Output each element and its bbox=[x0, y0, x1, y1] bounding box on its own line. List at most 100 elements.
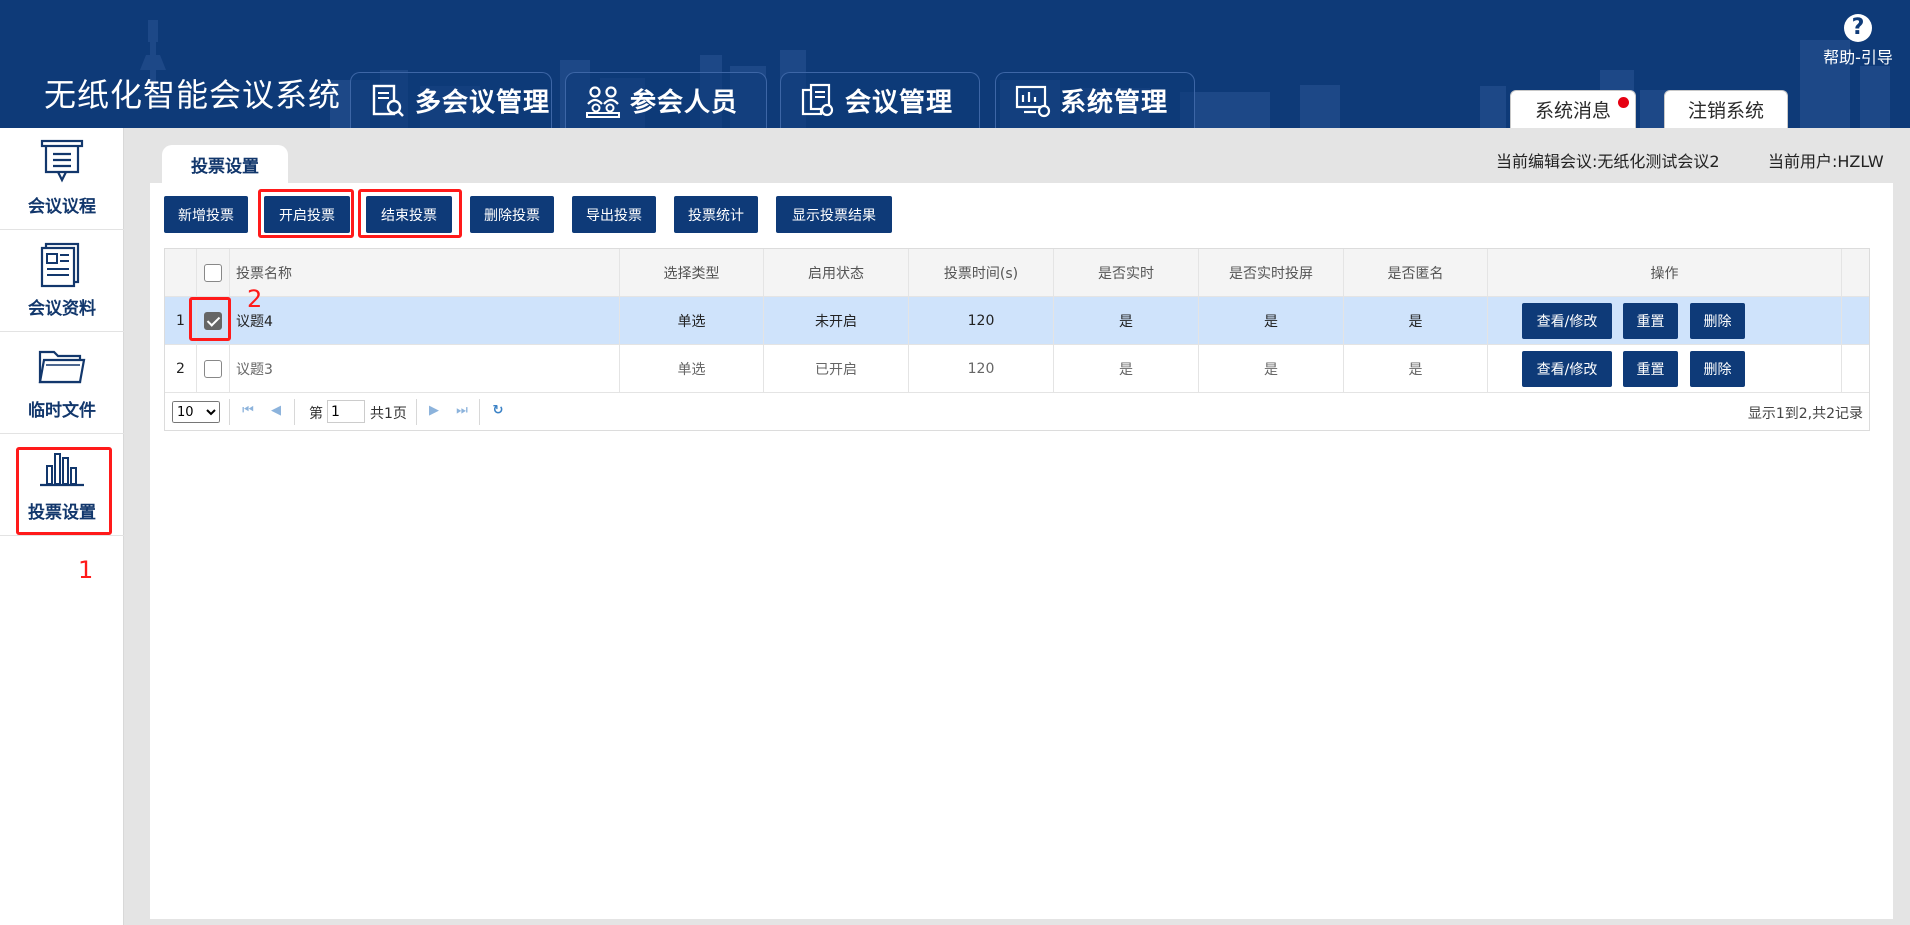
app-title: 无纸化智能会议系统 bbox=[44, 76, 342, 114]
column-header-realtime-screen[interactable]: 是否实时投屏 bbox=[1199, 249, 1344, 296]
record-count-text: 显示1到2,共2记录 bbox=[1747, 406, 1863, 422]
start-vote-button[interactable]: 开启投票 bbox=[264, 196, 350, 233]
row-select-cell bbox=[197, 345, 230, 392]
sidebar-item-temp-files[interactable]: 临时文件 bbox=[0, 332, 124, 434]
sidebar-item-documents-label: 会议资料 bbox=[28, 299, 96, 319]
add-vote-button[interactable]: 新增投票 bbox=[164, 196, 248, 233]
column-header-time[interactable]: 投票时间(s) bbox=[909, 249, 1054, 296]
attendees-icon bbox=[586, 85, 620, 118]
tab-attendees[interactable]: 参会人员 bbox=[565, 72, 767, 128]
cell-type: 单选 bbox=[620, 297, 764, 344]
view-edit-button[interactable]: 查看/修改 bbox=[1522, 303, 1612, 339]
cell-time-text: 120 bbox=[967, 360, 995, 377]
first-page-icon[interactable]: ⏮ bbox=[241, 403, 255, 419]
cell-realtime-screen: 是 bbox=[1199, 297, 1344, 344]
top-header: 无纸化智能会议系统 多会议管理 参会人员 会议管理 系统管理 系统消息 注销系统… bbox=[0, 0, 1910, 128]
reset-button[interactable]: 重置 bbox=[1623, 303, 1678, 339]
cell-realtime: 是 bbox=[1054, 297, 1199, 344]
row-index: 2 bbox=[165, 345, 197, 392]
cell-type-text: 单选 bbox=[677, 361, 706, 378]
reset-button[interactable]: 重置 bbox=[1623, 351, 1678, 387]
meeting-manage-icon bbox=[801, 83, 834, 116]
tab-multi-meeting[interactable]: 多会议管理 bbox=[350, 72, 552, 128]
column-header-type-label: 选择类型 bbox=[663, 265, 720, 282]
tab-meeting-manage[interactable]: 会议管理 bbox=[780, 72, 980, 128]
cell-status: 已开启 bbox=[764, 345, 909, 392]
cell-name: 议题4 bbox=[230, 297, 620, 344]
pager-divider bbox=[294, 399, 295, 425]
refresh-icon[interactable]: ↻ bbox=[491, 403, 505, 419]
logout-button[interactable]: 注销系统 bbox=[1664, 90, 1788, 128]
row-index-text: 1 bbox=[176, 312, 185, 329]
tab-multi-meeting-label: 多会议管理 bbox=[415, 88, 551, 118]
column-header-status[interactable]: 启用状态 bbox=[764, 249, 909, 296]
tab-attendees-label: 参会人员 bbox=[630, 88, 739, 118]
delete-row-button[interactable]: 删除 bbox=[1690, 351, 1745, 387]
cell-name-text: 议题4 bbox=[236, 313, 273, 330]
tab-system-manage[interactable]: 系统管理 bbox=[995, 72, 1195, 128]
meeting-search-icon bbox=[372, 84, 404, 117]
sidebar-item-agenda[interactable]: 会议议程 bbox=[0, 128, 124, 230]
table-row[interactable]: 2 议题3 单选 已开启 120 是 是 是 查看/修改 重置 删除 bbox=[165, 345, 1869, 393]
vote-statistics-button[interactable]: 投票统计 bbox=[674, 196, 758, 233]
cell-time: 120 bbox=[909, 297, 1054, 344]
page-prefix-text: 第 bbox=[309, 406, 323, 422]
cell-realtime: 是 bbox=[1054, 345, 1199, 392]
row-index-text: 2 bbox=[176, 360, 185, 377]
cell-status-text: 已开启 bbox=[815, 361, 857, 378]
column-header-status-label: 启用状态 bbox=[808, 265, 864, 282]
show-vote-result-button[interactable]: 显示投票结果 bbox=[776, 196, 892, 233]
cell-type-text: 单选 bbox=[677, 313, 706, 330]
cell-anonymous-text: 是 bbox=[1408, 361, 1423, 378]
system-message-label: 系统消息 bbox=[1534, 100, 1611, 122]
cell-status-text: 未开启 bbox=[815, 313, 857, 330]
cell-realtime-screen: 是 bbox=[1199, 345, 1344, 392]
table-row[interactable]: 1 议题4 单选 未开启 120 是 是 是 查看/修改 重置 删除 bbox=[165, 297, 1869, 345]
help-question-icon: ? bbox=[1844, 14, 1872, 42]
system-message-button[interactable]: 系统消息 bbox=[1510, 90, 1636, 128]
table-header-row: 投票名称 选择类型 启用状态 投票时间(s) 是否实时 是否实时投屏 是否匿名 … bbox=[165, 249, 1869, 297]
cell-anonymous: 是 bbox=[1344, 297, 1488, 344]
tab-vote-settings[interactable]: 投票设置 bbox=[162, 145, 288, 183]
next-page-icon[interactable]: ▶ bbox=[427, 403, 441, 419]
help-guide-button[interactable]: ? 帮助-引导 bbox=[1818, 14, 1898, 68]
view-edit-button[interactable]: 查看/修改 bbox=[1522, 351, 1612, 387]
column-header-name-label: 投票名称 bbox=[236, 265, 292, 282]
sidebar-item-vote-settings[interactable]: 投票设置 bbox=[0, 434, 124, 536]
column-header-type[interactable]: 选择类型 bbox=[620, 249, 764, 296]
tab-meeting-manage-label: 会议管理 bbox=[845, 88, 954, 118]
select-all-cell bbox=[197, 249, 230, 296]
folder-icon bbox=[38, 350, 86, 384]
column-header-realtime[interactable]: 是否实时 bbox=[1054, 249, 1199, 296]
row-checkbox[interactable] bbox=[204, 359, 222, 378]
page-total-text: 共1页 bbox=[370, 406, 407, 422]
page-size-select[interactable]: 10 bbox=[172, 401, 220, 423]
current-meeting-text: 当前编辑会议:无纸化测试会议2 bbox=[1496, 152, 1720, 171]
cell-anonymous-text: 是 bbox=[1408, 313, 1423, 330]
agenda-icon bbox=[40, 139, 84, 183]
cell-realtime-text: 是 bbox=[1119, 361, 1133, 378]
delete-vote-button[interactable]: 删除投票 bbox=[470, 196, 554, 233]
sidebar-item-documents[interactable]: 会议资料 bbox=[0, 230, 124, 332]
prev-page-icon[interactable]: ◀ bbox=[269, 403, 283, 419]
select-all-checkbox[interactable] bbox=[204, 263, 222, 282]
end-vote-button[interactable]: 结束投票 bbox=[366, 196, 452, 233]
cell-anonymous: 是 bbox=[1344, 345, 1488, 392]
column-header-name[interactable]: 投票名称 bbox=[230, 249, 620, 296]
page-number-input[interactable] bbox=[327, 400, 365, 423]
column-header-anonymous[interactable]: 是否匿名 bbox=[1344, 249, 1488, 296]
cell-status: 未开启 bbox=[764, 297, 909, 344]
column-header-realtime-screen-label: 是否实时投屏 bbox=[1229, 265, 1313, 282]
tab-system-manage-label: 系统管理 bbox=[1060, 88, 1169, 118]
last-page-icon[interactable]: ⏭ bbox=[455, 403, 469, 419]
pager-divider bbox=[416, 399, 417, 425]
documents-icon bbox=[40, 242, 80, 288]
export-vote-button[interactable]: 导出投票 bbox=[572, 196, 656, 233]
cell-name-text: 议题3 bbox=[236, 361, 273, 378]
row-checkbox[interactable] bbox=[204, 311, 222, 330]
cell-realtime-screen-text: 是 bbox=[1264, 361, 1278, 378]
cell-realtime-screen-text: 是 bbox=[1264, 313, 1278, 330]
cell-actions: 查看/修改 重置 删除 bbox=[1488, 297, 1842, 344]
help-guide-label: 帮助-引导 bbox=[1823, 48, 1893, 67]
delete-row-button[interactable]: 删除 bbox=[1690, 303, 1745, 339]
